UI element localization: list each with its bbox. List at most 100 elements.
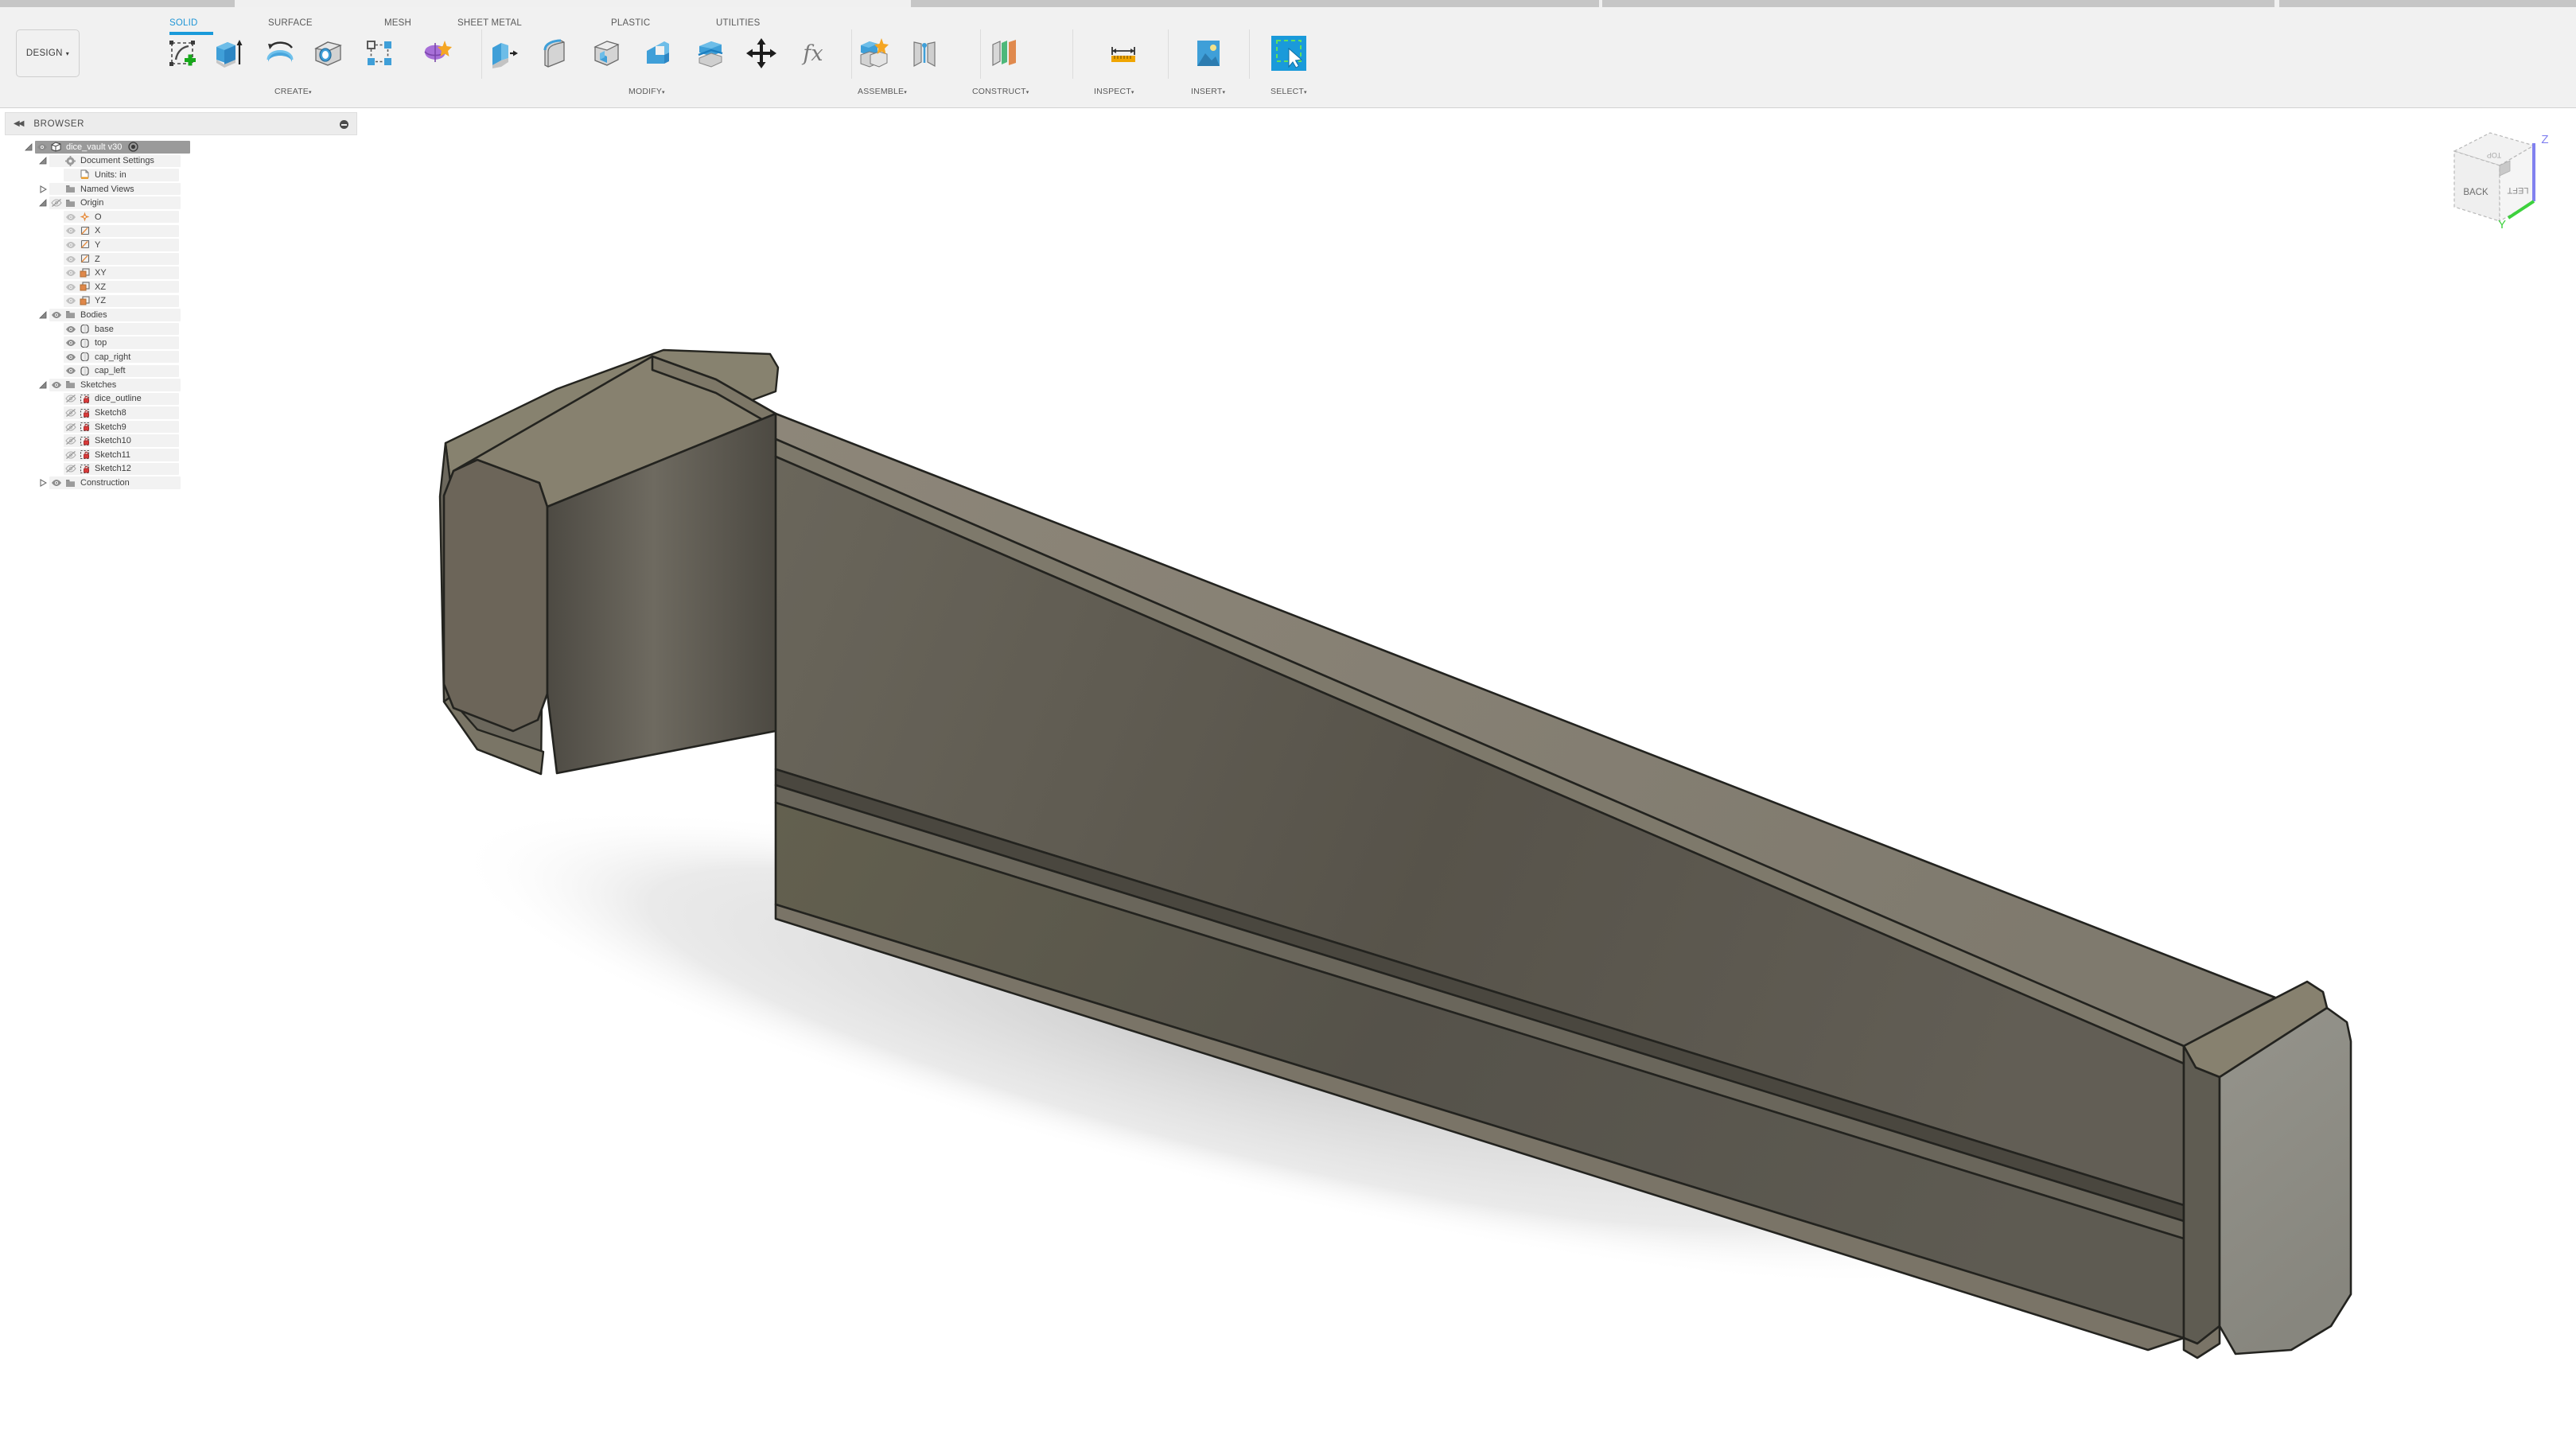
tree-item-origin[interactable]: Origin bbox=[0, 196, 357, 210]
tree-item-sketch10[interactable]: Sketch10 bbox=[0, 434, 357, 448]
tree-item-document-settings[interactable]: Document Settings bbox=[0, 154, 357, 169]
eye-icon[interactable] bbox=[35, 142, 49, 152]
minus-circle-icon[interactable] bbox=[340, 120, 348, 129]
eye-icon[interactable] bbox=[64, 282, 77, 292]
combine-button[interactable] bbox=[640, 36, 675, 71]
eye-off-icon[interactable] bbox=[64, 450, 77, 460]
eye-off-icon[interactable] bbox=[64, 422, 77, 432]
eye-off-icon[interactable] bbox=[64, 436, 77, 445]
eye-icon[interactable] bbox=[64, 255, 77, 264]
pattern-button[interactable] bbox=[362, 36, 397, 71]
extrude-button[interactable] bbox=[208, 36, 243, 71]
workspace-switcher-button[interactable]: DESIGN ▾ bbox=[16, 29, 80, 77]
tree-item-cap-right[interactable]: cap_right bbox=[0, 350, 357, 364]
eye-icon[interactable] bbox=[49, 478, 63, 488]
tab-solid[interactable]: SOLID bbox=[169, 18, 198, 28]
eye-icon[interactable] bbox=[64, 212, 77, 222]
eye-icon[interactable] bbox=[64, 268, 77, 278]
tree-item-label: Origin bbox=[80, 198, 103, 208]
create-sketch-button[interactable] bbox=[165, 36, 200, 71]
tree-item-sketch11[interactable]: Sketch11 bbox=[0, 448, 357, 462]
tree-item-named-views[interactable]: Named Views bbox=[0, 182, 357, 196]
offset-plane-button[interactable] bbox=[986, 36, 1021, 71]
tree-item-y[interactable]: Y bbox=[0, 238, 357, 252]
eye-off-icon[interactable] bbox=[64, 408, 77, 418]
move-copy-button[interactable] bbox=[744, 36, 779, 71]
view-cube[interactable]: BACK LEFT TOP Z Y bbox=[2434, 119, 2570, 251]
browser-tree[interactable]: dice_vault v30Document SettingsUnits: in… bbox=[0, 140, 357, 490]
split-face-button[interactable] bbox=[692, 36, 727, 71]
canvas-viewport[interactable] bbox=[0, 109, 2576, 1443]
eye-icon[interactable] bbox=[49, 380, 63, 390]
activate-component-radio[interactable] bbox=[128, 142, 138, 152]
joint-button[interactable] bbox=[907, 36, 942, 71]
tree-item-z[interactable]: Z bbox=[0, 252, 357, 266]
tree-item-sketch9[interactable]: Sketch9 bbox=[0, 420, 357, 434]
chevron-right-icon[interactable] bbox=[37, 185, 49, 193]
folder-icon bbox=[63, 184, 77, 194]
tab-mesh[interactable]: MESH bbox=[384, 18, 411, 28]
insert-image-button[interactable] bbox=[1191, 36, 1226, 71]
eye-icon[interactable] bbox=[49, 310, 63, 320]
tree-item-label: dice_outline bbox=[95, 394, 142, 403]
tree-item-sketches[interactable]: Sketches bbox=[0, 378, 357, 392]
tab-surface[interactable]: SURFACE bbox=[268, 18, 313, 28]
tree-item-top[interactable]: top bbox=[0, 336, 357, 350]
tree-item-o[interactable]: O bbox=[0, 210, 357, 224]
eye-icon[interactable] bbox=[64, 325, 77, 334]
change-parameters-button[interactable]: fx bbox=[796, 36, 831, 71]
tree-item-xz[interactable]: XZ bbox=[0, 280, 357, 294]
shell-button[interactable] bbox=[589, 36, 624, 71]
tree-item-label: Sketch12 bbox=[95, 464, 131, 473]
fillet-button[interactable] bbox=[537, 36, 572, 71]
tree-item-label: Named Views bbox=[80, 185, 134, 194]
tree-item-dice-vault-v30[interactable]: dice_vault v30 bbox=[0, 140, 357, 154]
eye-icon[interactable] bbox=[64, 338, 77, 348]
new-component-button[interactable] bbox=[855, 36, 890, 71]
tree-item-units-in[interactable]: Units: in bbox=[0, 168, 357, 182]
eye-icon[interactable] bbox=[64, 352, 77, 362]
tree-item-dice-outline[interactable]: dice_outline bbox=[0, 392, 357, 406]
tree-item-label: Sketch10 bbox=[95, 436, 131, 445]
tree-item-cap-left[interactable]: cap_left bbox=[0, 364, 357, 379]
gear-icon bbox=[63, 156, 77, 166]
tree-item-yz[interactable]: YZ bbox=[0, 294, 357, 309]
tree-item-label: X bbox=[95, 226, 100, 235]
eye-off-icon[interactable] bbox=[49, 198, 63, 208]
tree-item-sketch12[interactable]: Sketch12 bbox=[0, 462, 357, 476]
tab-sheet-metal[interactable]: SHEET METAL bbox=[457, 18, 522, 28]
hole-button[interactable] bbox=[310, 36, 345, 71]
tree-item-construction[interactable]: Construction bbox=[0, 476, 357, 490]
chevron-down-icon[interactable] bbox=[37, 381, 49, 389]
measure-button[interactable] bbox=[1106, 36, 1141, 71]
browser-panel-header: ◀◀ BROWSER bbox=[5, 112, 357, 135]
tab-plastic[interactable]: PLASTIC bbox=[611, 18, 650, 28]
tree-item-x[interactable]: X bbox=[0, 224, 357, 239]
eye-icon[interactable] bbox=[64, 226, 77, 235]
eye-off-icon[interactable] bbox=[64, 464, 77, 473]
revolve-button[interactable] bbox=[263, 36, 298, 71]
chevron-down-icon[interactable] bbox=[22, 143, 35, 151]
sketch-locked-icon bbox=[77, 449, 91, 460]
tree-item-base[interactable]: base bbox=[0, 322, 357, 336]
select-button[interactable] bbox=[1271, 36, 1306, 71]
cap-left-end-face[interactable] bbox=[444, 460, 547, 731]
eye-off-icon[interactable] bbox=[64, 394, 77, 403]
chevron-down-icon[interactable] bbox=[37, 157, 49, 165]
group-label-create: CREATE▾ bbox=[274, 87, 312, 96]
collapse-left-icon[interactable]: ◀◀ bbox=[14, 119, 22, 128]
tab-utilities[interactable]: UTILITIES bbox=[716, 18, 760, 28]
chevron-down-icon[interactable] bbox=[37, 311, 49, 319]
tree-item-xy[interactable]: XY bbox=[0, 266, 357, 280]
eye-icon[interactable] bbox=[64, 366, 77, 375]
tree-item-bodies[interactable]: Bodies bbox=[0, 308, 357, 322]
chevron-down-icon[interactable] bbox=[37, 199, 49, 207]
chevron-right-icon[interactable] bbox=[37, 479, 49, 487]
form-button[interactable] bbox=[418, 36, 453, 71]
tree-item-sketch8[interactable]: Sketch8 bbox=[0, 406, 357, 420]
eye-icon[interactable] bbox=[64, 240, 77, 250]
eye-icon[interactable] bbox=[64, 296, 77, 305]
press-pull-button[interactable] bbox=[485, 36, 520, 71]
model-3d-render[interactable] bbox=[0, 109, 2576, 1443]
cap-right-band-face[interactable] bbox=[2184, 1046, 2220, 1344]
